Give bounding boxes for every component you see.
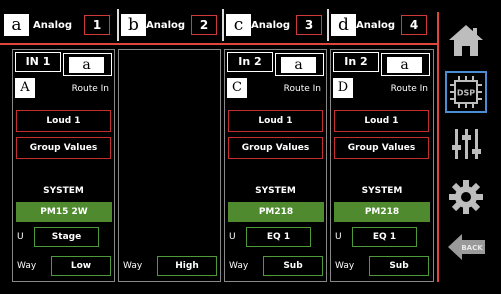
way-label: Way (17, 261, 37, 271)
input-label[interactable]: In 2 (333, 52, 379, 72)
input-letter: a (281, 57, 316, 73)
channel-letter: d (331, 14, 356, 36)
output-column-2: Way High (118, 49, 221, 282)
back-label: BACK (461, 244, 483, 252)
input-letter: a (69, 57, 104, 73)
channel-letter: a (4, 14, 29, 36)
gear-icon[interactable] (447, 178, 485, 216)
way-label: Way (123, 261, 143, 271)
input-selector[interactable]: a (63, 53, 112, 76)
way-button[interactable]: Sub (263, 256, 323, 276)
channel-source: Analog (251, 20, 291, 31)
sliders-icon[interactable] (447, 125, 485, 163)
route-in-label: Route In (283, 84, 321, 94)
u-label: U (335, 232, 342, 242)
dsp-chip-icon[interactable]: DSP (445, 71, 487, 113)
group-values-button[interactable]: Group Values (16, 137, 111, 159)
channel-a-cell[interactable]: a Analog 1 (0, 9, 117, 41)
sidebar-divider-line (437, 12, 439, 282)
preset-button[interactable]: Loud 1 (334, 110, 429, 132)
channel-source: Analog (356, 20, 396, 31)
channel-source: Analog (146, 20, 186, 31)
way-label: Way (229, 261, 249, 271)
channel-bar: a Analog 1 b Analog 2 c Analog 3 d Analo… (0, 9, 437, 41)
channel-number[interactable]: 4 (401, 15, 427, 35)
channel-number[interactable]: 3 (296, 15, 322, 35)
back-arrow-icon[interactable]: BACK (447, 228, 485, 266)
way-button[interactable]: Sub (369, 256, 429, 276)
route-in-label: Route In (390, 84, 428, 94)
input-selector[interactable]: a (275, 53, 324, 76)
channel-number[interactable]: 2 (191, 15, 217, 35)
output-letter: A (15, 78, 35, 98)
output-column-4: In 2 a D Route In Loud 1 Group Values SY… (330, 49, 434, 282)
system-label: SYSTEM (255, 186, 296, 196)
way-button[interactable]: High (157, 256, 217, 276)
input-letter: a (387, 57, 422, 73)
output-letter: D (333, 78, 353, 98)
output-column-3: In 2 a C Route In Loud 1 Group Values SY… (224, 49, 327, 282)
channel-b-cell[interactable]: b Analog 2 (119, 9, 222, 41)
u-value-button[interactable]: Stage (34, 227, 99, 247)
input-label[interactable]: IN 1 (15, 52, 61, 72)
system-label: SYSTEM (43, 186, 84, 196)
input-label[interactable]: In 2 (227, 52, 273, 72)
sidebar: DSP BACK (441, 12, 491, 282)
system-value[interactable]: PM218 (334, 202, 430, 222)
channel-letter: c (226, 14, 251, 36)
u-label: U (229, 232, 236, 242)
home-icon[interactable] (447, 22, 485, 60)
channel-source: Analog (33, 20, 73, 31)
output-column-1: IN 1 a A Route In Loud 1 Group Values SY… (12, 49, 115, 282)
group-values-button[interactable]: Group Values (334, 137, 429, 159)
way-button[interactable]: Low (51, 256, 111, 276)
system-value[interactable]: PM15 2W (16, 202, 112, 222)
system-value[interactable]: PM218 (228, 202, 324, 222)
channel-number[interactable]: 1 (84, 15, 110, 35)
group-values-button[interactable]: Group Values (228, 137, 323, 159)
way-label: Way (335, 261, 355, 271)
channel-c-cell[interactable]: c Analog 3 (224, 9, 327, 41)
preset-button[interactable]: Loud 1 (16, 110, 111, 132)
route-in-label: Route In (71, 84, 109, 94)
header-divider-line (0, 43, 437, 45)
input-selector[interactable]: a (381, 53, 430, 76)
u-value-button[interactable]: EQ 1 (246, 227, 311, 247)
u-label: U (17, 232, 24, 242)
output-letter: C (227, 78, 247, 98)
preset-button[interactable]: Loud 1 (228, 110, 323, 132)
u-value-button[interactable]: EQ 1 (352, 227, 417, 247)
system-label: SYSTEM (361, 186, 403, 196)
channel-letter: b (121, 14, 146, 36)
channel-d-cell[interactable]: d Analog 4 (329, 9, 435, 41)
dsp-label: DSP (457, 89, 475, 98)
